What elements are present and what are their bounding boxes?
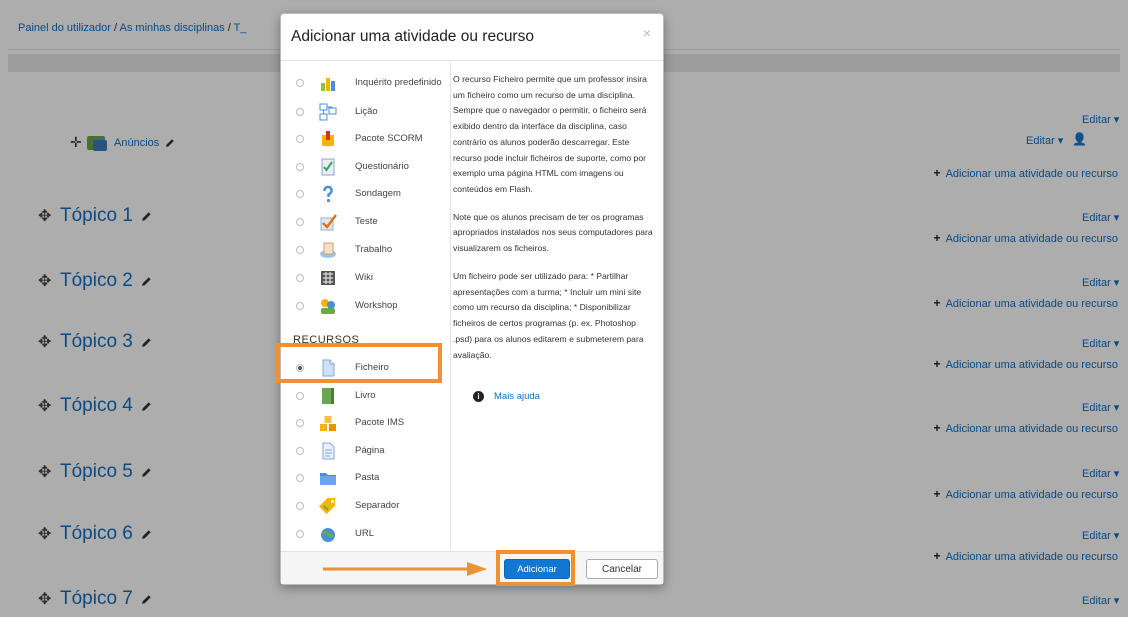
module-label: Separador <box>355 500 400 512</box>
dialog-header: Adicionar uma atividade ou recurso × <box>281 14 663 61</box>
module-option[interactable]: Livro <box>281 382 450 410</box>
module-label: Pacote IMS <box>355 417 405 429</box>
choice-icon <box>323 185 333 203</box>
more-help-link[interactable]: i Mais ajuda <box>473 391 540 402</box>
module-list: RECURSOS Inquérito predefinido Lição Pacot… <box>281 62 451 550</box>
assignment-icon <box>320 242 336 258</box>
module-option[interactable]: Pacote IMS <box>281 409 450 437</box>
module-option[interactable]: Pasta <box>281 464 450 492</box>
module-label: Livro <box>355 390 376 402</box>
wiki-icon <box>321 271 335 285</box>
module-label: Lição <box>355 106 378 118</box>
help-paragraph: O recurso Ficheiro permite que um profes… <box>453 74 647 195</box>
close-icon[interactable]: × <box>643 25 651 41</box>
radio-button[interactable] <box>296 530 304 538</box>
activity-chooser-dialog: Adicionar uma atividade ou recurso × REC… <box>280 13 664 585</box>
radio-button[interactable] <box>296 108 304 116</box>
module-label: Teste <box>355 216 378 228</box>
lesson-icon <box>319 103 337 121</box>
module-option[interactable]: Pacote SCORM <box>281 125 450 153</box>
module-label: Página <box>355 445 385 457</box>
module-option[interactable]: Página <box>281 437 450 465</box>
quiz-icon <box>321 158 335 176</box>
help-paragraph: Note que os alunos precisam de ter os pr… <box>453 211 653 254</box>
radio-button[interactable] <box>296 392 304 400</box>
survey-icon <box>321 78 335 91</box>
module-option[interactable]: Separador <box>281 492 450 520</box>
dialog-title: Adicionar uma atividade ou recurso <box>291 28 534 45</box>
arrow-annotation <box>323 562 487 576</box>
module-option[interactable]: Questionário <box>281 153 450 181</box>
folder-icon <box>320 473 336 485</box>
module-option[interactable]: Workshop <box>281 292 450 320</box>
module-option[interactable]: URL <box>281 520 450 548</box>
module-label: Trabalho <box>355 244 393 256</box>
cancel-button[interactable]: Cancelar <box>586 559 658 579</box>
module-label: Wiki <box>355 272 373 284</box>
module-label: Workshop <box>355 300 398 312</box>
radio-button[interactable] <box>296 246 304 254</box>
radio-button[interactable] <box>296 502 304 510</box>
workshop-icon <box>321 299 335 314</box>
ims-package-icon <box>320 416 336 431</box>
module-option[interactable]: Trabalho <box>281 236 450 264</box>
radio-button[interactable] <box>296 474 304 482</box>
more-help-label: Mais ajuda <box>494 391 540 402</box>
radio-button[interactable] <box>296 419 304 427</box>
url-icon <box>321 528 335 542</box>
radio-button[interactable] <box>296 190 304 198</box>
radio-button[interactable] <box>296 302 304 310</box>
module-label: Inquérito predefinido <box>355 77 442 89</box>
module-option[interactable]: Lição <box>281 98 450 126</box>
radio-button[interactable] <box>296 218 304 226</box>
module-label: URL <box>355 528 375 540</box>
module-option[interactable]: Teste <box>281 208 450 236</box>
highlight-box <box>496 550 575 586</box>
highlight-box <box>276 343 442 383</box>
info-icon: i <box>473 391 484 402</box>
radio-button[interactable] <box>296 274 304 282</box>
radio-button[interactable] <box>296 79 304 87</box>
module-option[interactable]: Wiki <box>281 264 450 292</box>
radio-button[interactable] <box>296 135 304 143</box>
module-label: Pacote SCORM <box>355 133 423 145</box>
module-label: Pasta <box>355 472 380 484</box>
module-label: Sondagem <box>355 188 401 200</box>
test-icon <box>320 214 337 231</box>
radio-button[interactable] <box>296 447 304 455</box>
book-icon <box>322 388 334 404</box>
label-icon <box>319 497 336 515</box>
page-icon <box>322 442 335 460</box>
module-option[interactable]: Sondagem <box>281 180 450 208</box>
radio-button[interactable] <box>296 163 304 171</box>
scorm-icon <box>322 131 334 146</box>
module-option[interactable]: Inquérito predefinido <box>281 69 450 97</box>
module-help-text: O recurso Ficheiro permite que um profes… <box>453 72 653 375</box>
module-label: Questionário <box>355 161 409 173</box>
help-paragraph: Um ficheiro pode ser utilizado para: * P… <box>453 270 644 360</box>
